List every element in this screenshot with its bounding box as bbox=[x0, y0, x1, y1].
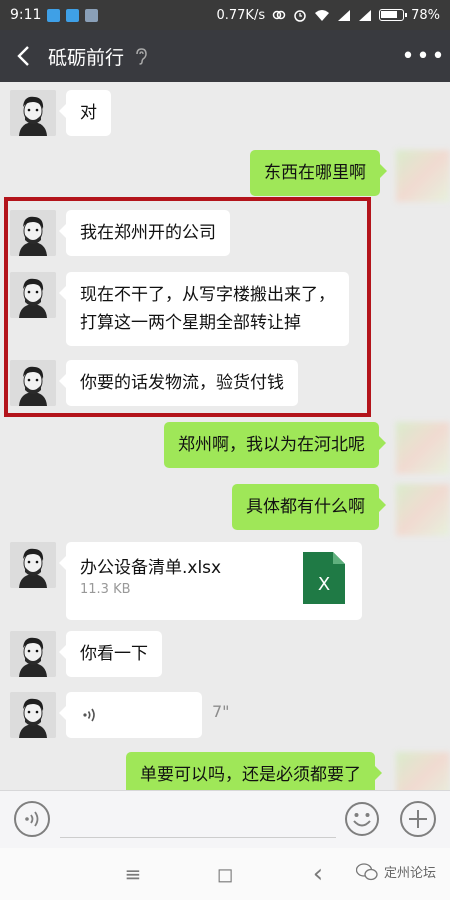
contact-avatar[interactable] bbox=[10, 90, 56, 136]
message-input[interactable] bbox=[60, 804, 336, 838]
contact-avatar[interactable] bbox=[10, 692, 56, 738]
message-bubble-outgoing[interactable]: 单要可以吗，还是必须都要了 bbox=[126, 752, 382, 790]
file-size: 11.3 KB bbox=[80, 582, 131, 597]
watermark-text: 定州论坛 bbox=[384, 866, 437, 881]
input-bar bbox=[0, 790, 450, 848]
wechat-logo-icon bbox=[356, 862, 378, 880]
voice-message-bubble[interactable] bbox=[59, 692, 202, 738]
contact-avatar[interactable] bbox=[10, 631, 56, 677]
back-button[interactable] bbox=[0, 30, 46, 82]
voice-wave-icon bbox=[83, 708, 95, 722]
signal-icon bbox=[338, 9, 351, 21]
network-speed: 0.77K/s bbox=[216, 7, 266, 23]
status-time: 9:11 bbox=[10, 7, 42, 23]
file-message-card[interactable]: 办公设备清单.xlsx 11.3 KB X bbox=[59, 542, 362, 620]
message-bubble-outgoing[interactable]: 郑州啊，我以为在河北呢 bbox=[164, 422, 386, 468]
my-avatar[interactable] bbox=[396, 422, 450, 474]
my-avatar[interactable] bbox=[396, 150, 450, 202]
voice-duration: 7" bbox=[212, 702, 230, 721]
excel-file-icon: X bbox=[303, 552, 345, 604]
more-options-button[interactable]: ••• bbox=[398, 30, 450, 82]
chat-header: 砥砺前行 ••• bbox=[0, 30, 450, 82]
message-bubble-outgoing[interactable]: 具体都有什么啊 bbox=[232, 484, 386, 530]
excel-letter: X bbox=[318, 574, 330, 595]
message-bubble-outgoing[interactable]: 东西在哪里啊 bbox=[250, 150, 387, 196]
battery-fill bbox=[381, 11, 398, 18]
alarm-icon bbox=[294, 10, 306, 22]
notification-icon-3 bbox=[85, 8, 99, 22]
menu-nav-button[interactable]: ≡ bbox=[121, 862, 145, 886]
watermark: 定州论坛 bbox=[356, 862, 436, 881]
chat-title: 砥砺前行 bbox=[48, 46, 125, 69]
wifi-icon bbox=[315, 9, 330, 21]
my-avatar[interactable] bbox=[396, 752, 450, 790]
signal-icon bbox=[359, 9, 372, 21]
emoji-button[interactable] bbox=[344, 801, 380, 837]
notification-icon-2 bbox=[66, 8, 80, 22]
highlight-frame bbox=[4, 197, 371, 417]
back-nav-button[interactable]: ‹ bbox=[306, 861, 330, 887]
chat-area[interactable]: 对 东西在哪里啊 我在郑州开的公司 现在不干了，从写字楼搬出来了， 打算这一两个… bbox=[0, 82, 450, 790]
status-bar: 9:11 0.77K/s 78% bbox=[0, 0, 450, 30]
notification-icon-1 bbox=[47, 8, 61, 22]
emoji-icon bbox=[345, 802, 379, 836]
plus-icon bbox=[409, 810, 427, 828]
file-name: 办公设备清单.xlsx bbox=[80, 558, 222, 578]
home-nav-button[interactable]: ◻ bbox=[213, 862, 237, 886]
contact-avatar[interactable] bbox=[10, 542, 56, 588]
message-bubble-incoming[interactable]: 对 bbox=[59, 90, 111, 136]
battery-percent: 78% bbox=[411, 7, 440, 23]
voice-input-toggle[interactable] bbox=[14, 801, 50, 837]
link-icon bbox=[272, 10, 286, 20]
voice-input-icon bbox=[25, 811, 39, 827]
back-chevron-icon bbox=[17, 46, 29, 66]
earpiece-mode-icon bbox=[136, 48, 147, 65]
message-bubble-incoming[interactable]: 你看一下 bbox=[59, 631, 162, 677]
battery-icon bbox=[379, 9, 408, 21]
plus-button[interactable] bbox=[400, 801, 436, 837]
my-avatar[interactable] bbox=[396, 484, 450, 536]
